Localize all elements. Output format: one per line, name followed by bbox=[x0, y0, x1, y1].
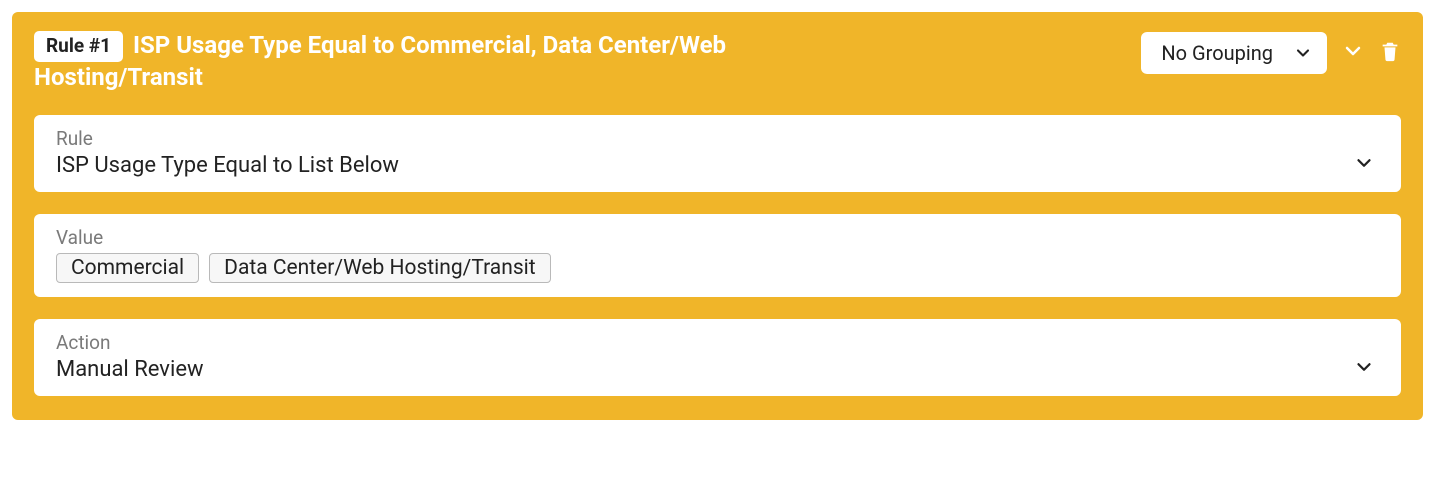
value-field-label: Value bbox=[56, 226, 1379, 249]
rule-field-block[interactable]: Rule ISP Usage Type Equal to List Below bbox=[34, 115, 1401, 192]
rule-field-label: Rule bbox=[56, 127, 1379, 150]
grouping-selected-label: No Grouping bbox=[1161, 41, 1273, 65]
value-tag[interactable]: Data Center/Web Hosting/Transit bbox=[209, 253, 550, 283]
rule-field-value: ISP Usage Type Equal to List Below bbox=[56, 153, 399, 178]
action-field-block[interactable]: Action Manual Review bbox=[34, 319, 1401, 396]
rule-title-wrap: Rule #1ISP Usage Type Equal to Commercia… bbox=[34, 30, 814, 93]
action-field-label: Action bbox=[56, 331, 1379, 354]
action-field-row: Manual Review bbox=[56, 356, 1379, 382]
rule-card: Rule #1ISP Usage Type Equal to Commercia… bbox=[12, 12, 1423, 420]
header-controls: No Grouping bbox=[1141, 32, 1401, 74]
rule-title-text: ISP Usage Type Equal to Commercial, Data… bbox=[34, 31, 726, 91]
value-tag[interactable]: Commercial bbox=[56, 253, 199, 283]
trash-icon bbox=[1379, 39, 1401, 67]
chevron-down-icon[interactable] bbox=[1353, 356, 1379, 382]
chevron-down-icon[interactable] bbox=[1353, 152, 1379, 178]
chevron-down-icon bbox=[1293, 43, 1313, 63]
value-tags: Commercial Data Center/Web Hosting/Trans… bbox=[56, 253, 1379, 283]
collapse-button[interactable] bbox=[1341, 39, 1365, 67]
rule-header: Rule #1ISP Usage Type Equal to Commercia… bbox=[34, 30, 1401, 93]
rule-badge: Rule #1 bbox=[34, 31, 123, 62]
value-field-block[interactable]: Value Commercial Data Center/Web Hosting… bbox=[34, 214, 1401, 297]
action-field-value: Manual Review bbox=[56, 357, 204, 382]
delete-button[interactable] bbox=[1379, 39, 1401, 67]
rule-field-row: ISP Usage Type Equal to List Below bbox=[56, 152, 1379, 178]
rule-title: Rule #1ISP Usage Type Equal to Commercia… bbox=[34, 30, 814, 93]
chevron-down-icon bbox=[1341, 39, 1365, 67]
grouping-select[interactable]: No Grouping bbox=[1141, 32, 1327, 74]
